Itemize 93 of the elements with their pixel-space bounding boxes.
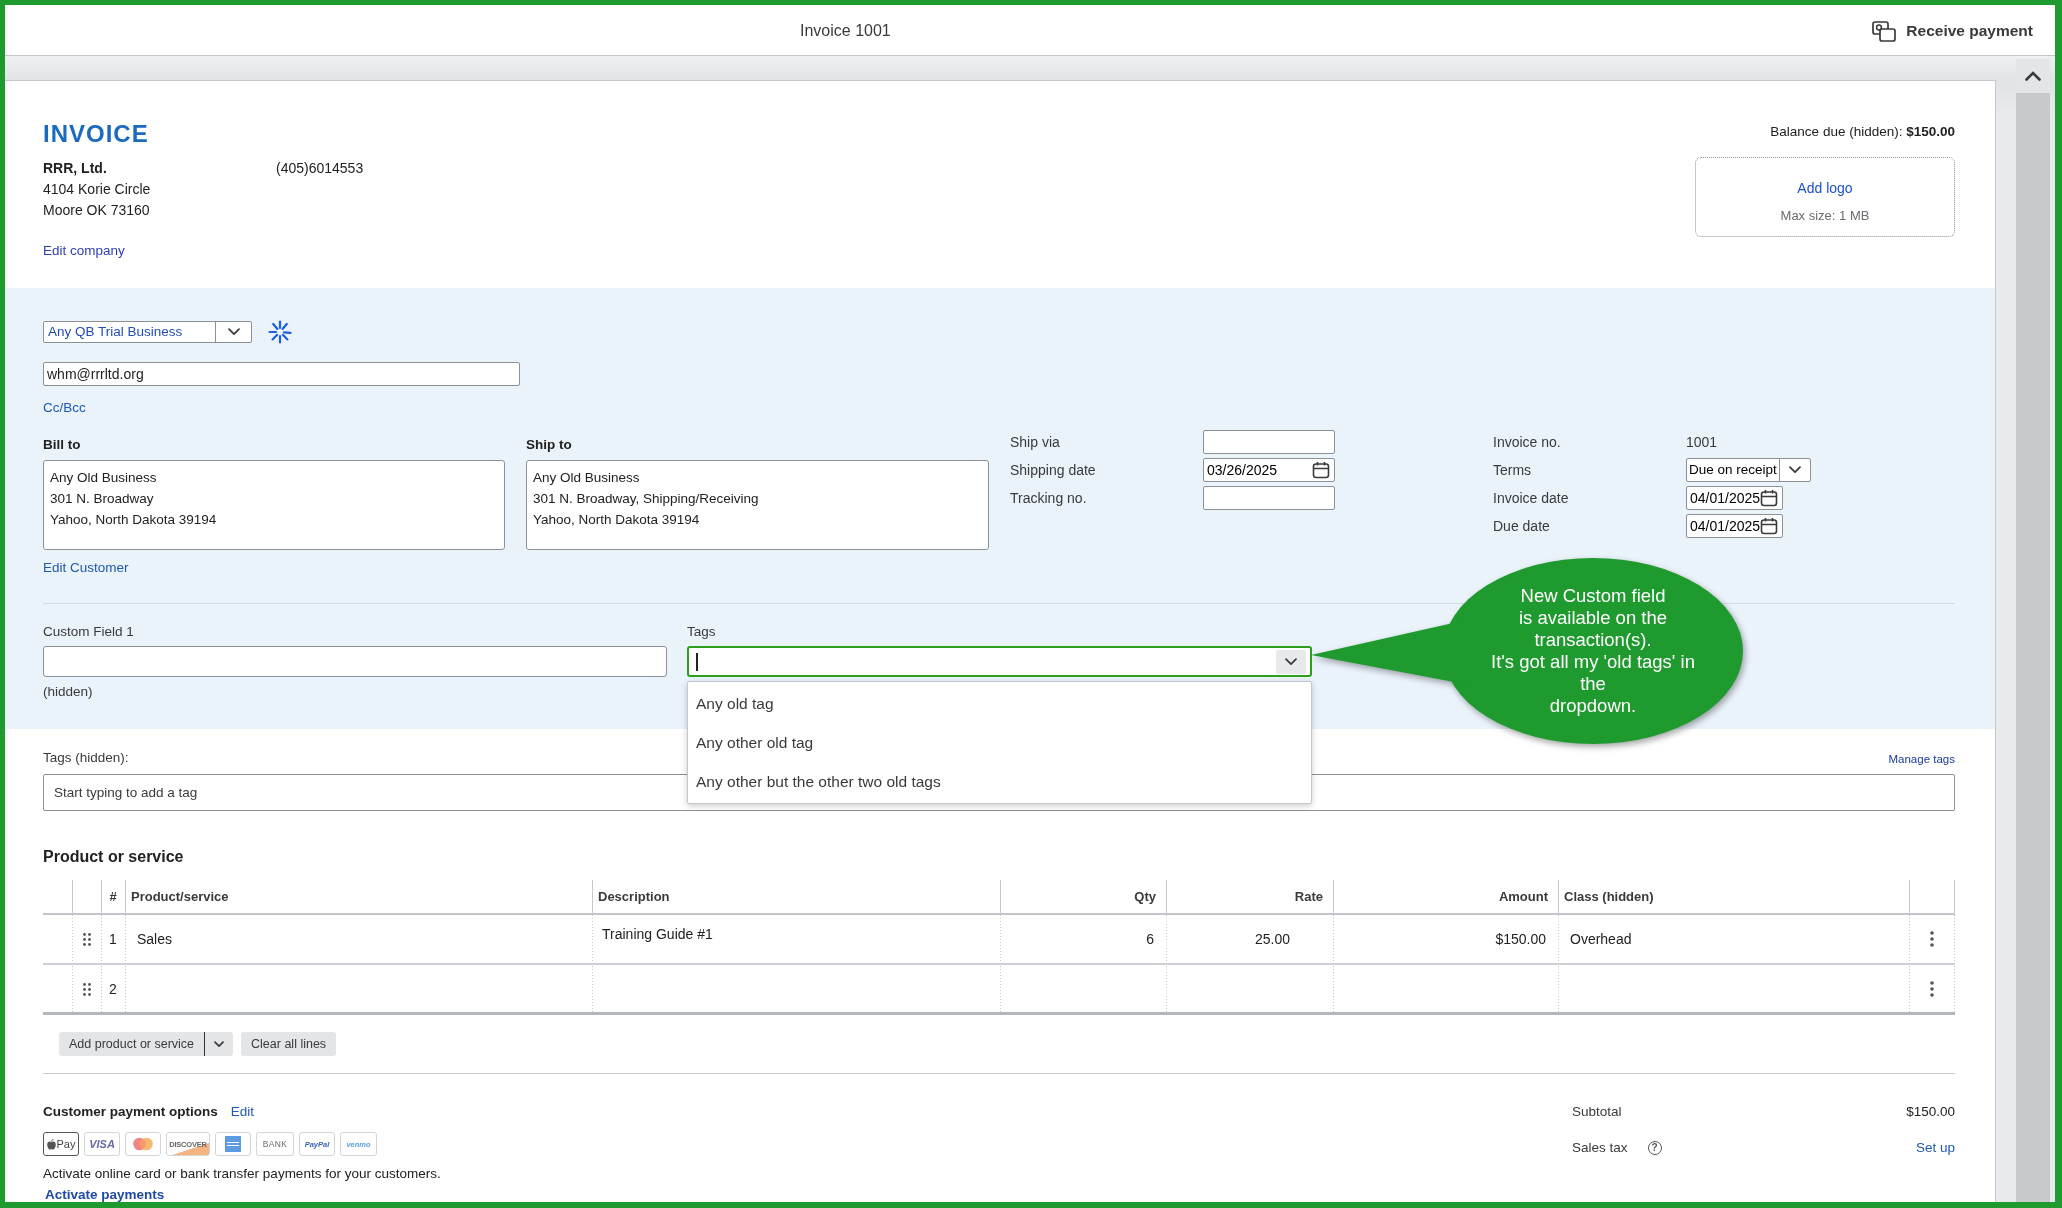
text-field[interactable] <box>1203 486 1335 510</box>
column-header: Qty <box>1133 888 1157 906</box>
date-field[interactable]: 03/26/2025 <box>1203 458 1335 482</box>
burst-icon <box>268 320 292 344</box>
callout-text: New Custom field is available on the transaction(s). It's got all my 'old tags' in the dropdown. <box>1490 585 1696 717</box>
address-label: Bill to <box>43 436 81 454</box>
table-cell-text: 1 <box>108 930 118 949</box>
customer-dropdown[interactable]: Any QB Trial Business <box>43 321 252 343</box>
date-field[interactable]: 04/01/2025 <box>1686 514 1784 538</box>
field-value: 1001 <box>1686 434 1718 450</box>
address-line: 4104 Korie Circle <box>43 180 152 199</box>
address-label: Ship to <box>526 436 572 454</box>
date-field[interactable]: 04/01/2025 <box>1686 486 1784 510</box>
square-logo-icon <box>215 1132 251 1156</box>
field-label: Tracking no. <box>1010 490 1088 506</box>
chevron-down-icon <box>227 328 240 336</box>
field-label: Invoice no. <box>1493 434 1562 450</box>
calendar-icon <box>1760 517 1779 535</box>
window-title: Invoice 1001 <box>800 21 891 41</box>
stacked-cards-icon <box>1872 20 1897 42</box>
logo-text: Pay <box>56 1138 76 1150</box>
field-label: Shipping date <box>1010 462 1097 478</box>
overlapping-circles-icon <box>125 1132 161 1156</box>
column-header: Description <box>597 888 671 906</box>
manage-tags-link[interactable]: Manage tags <box>1888 752 1955 766</box>
table-cell-text: 2 <box>108 980 118 999</box>
total-amount: $150.00 <box>1906 1103 1955 1121</box>
add-logo-link[interactable]: Add logo <box>1797 179 1853 197</box>
field-label: Tags (hidden): <box>43 750 129 766</box>
more-options-icon <box>1930 931 1934 947</box>
drag-handle-icon <box>82 932 91 946</box>
table-cell-text: 25.00 <box>1253 930 1291 949</box>
activate-payments-link[interactable]: Activate payments <box>45 1186 165 1202</box>
drag-handle-icon <box>82 982 91 996</box>
table-cell-text: Sales <box>136 930 174 949</box>
logo-size-hint: Max size: 1 MB <box>1780 208 1870 224</box>
column-header: # <box>108 888 118 906</box>
phone-number: (405)6014553 <box>276 159 364 178</box>
column-header: Amount <box>1497 888 1549 906</box>
address-field[interactable]: Any Old Business 301 N. Broadway, Shipping/Receiving Yahoo, North Dakota 39194 <box>526 460 989 550</box>
field-label: Invoice date <box>1493 490 1570 506</box>
total-label: Sales tax <box>1572 1139 1628 1157</box>
custom-field-input[interactable] <box>43 646 667 677</box>
section-heading: Product or service <box>43 847 184 867</box>
column-header: Rate <box>1293 888 1324 906</box>
field-label: Custom Field 1 <box>43 624 134 640</box>
add-line-button[interactable]: Add product or service <box>59 1032 205 1056</box>
address-line: Moore OK 73160 <box>43 201 151 220</box>
field-label: Ship via <box>1010 434 1061 450</box>
apple-icon <box>46 1138 56 1150</box>
table-cell-text: Overhead <box>1569 930 1633 949</box>
table-cell-text: 6 <box>1145 930 1155 949</box>
column-header: Class (hidden) <box>1563 888 1655 906</box>
chevron-down-icon <box>214 1040 225 1048</box>
calendar-icon <box>1312 461 1330 479</box>
payment-note: Activate online card or bank transfer payments for your customers. <box>43 1165 441 1183</box>
company-name: RRR, Ltd. <box>43 159 108 178</box>
text-field[interactable] <box>1203 430 1335 454</box>
chevron-up-icon <box>2025 71 2041 81</box>
balance-due: Balance due (hidden): $150.00 <box>1770 123 1955 141</box>
hidden-note: (hidden) <box>43 684 93 700</box>
email-field[interactable]: whm@rrrltd.org <box>43 362 520 386</box>
payment-method-logo: VISA <box>84 1132 120 1156</box>
column-header: Product/service <box>130 888 230 906</box>
field-label: Tags <box>687 624 716 640</box>
invoice-heading: INVOICE <box>43 119 149 149</box>
chevron-down-icon <box>1788 466 1801 474</box>
more-options-icon <box>1930 981 1934 997</box>
dropdown-toggle-button[interactable] <box>1276 649 1306 674</box>
total-label: Subtotal <box>1572 1103 1622 1121</box>
dropdown-field[interactable]: Due on receipt <box>1686 458 1811 482</box>
field-label: Due date <box>1493 518 1551 534</box>
address-field[interactable]: Any Old Business 301 N. Broadway Yahoo, North Dakota 39194 <box>43 460 505 550</box>
clear-lines-button[interactable]: Clear all lines <box>241 1032 337 1056</box>
cc-bcc-link[interactable]: Cc/Bcc <box>43 400 86 416</box>
setup-link[interactable]: Set up <box>1915 1139 1955 1157</box>
section-heading: Customer payment options <box>43 1103 218 1121</box>
dropdown-option[interactable]: Any other but the other two old tags <box>688 762 1311 801</box>
calendar-icon <box>1760 489 1779 507</box>
chevron-down-icon <box>1285 657 1297 666</box>
more-button[interactable] <box>204 1032 234 1056</box>
dropdown-option[interactable]: Any other old tag <box>688 723 1311 762</box>
field-label: Terms <box>1493 462 1533 478</box>
edit-customer-link[interactable]: Edit Customer <box>43 560 129 576</box>
edit-company-link[interactable]: Edit company <box>43 240 125 261</box>
text-cursor <box>696 652 698 671</box>
receive-payment-button[interactable]: Receive payment <box>1872 20 2033 42</box>
edit-link[interactable]: Edit <box>230 1103 255 1121</box>
tags-field[interactable] <box>687 646 1312 677</box>
payment-method-logo: BANK <box>256 1132 294 1156</box>
dropdown-option[interactable]: Any old tag <box>688 684 1311 723</box>
table-cell-text: $150.00 <box>1494 930 1547 949</box>
table-cell-text: Training Guide #1 <box>601 925 714 944</box>
